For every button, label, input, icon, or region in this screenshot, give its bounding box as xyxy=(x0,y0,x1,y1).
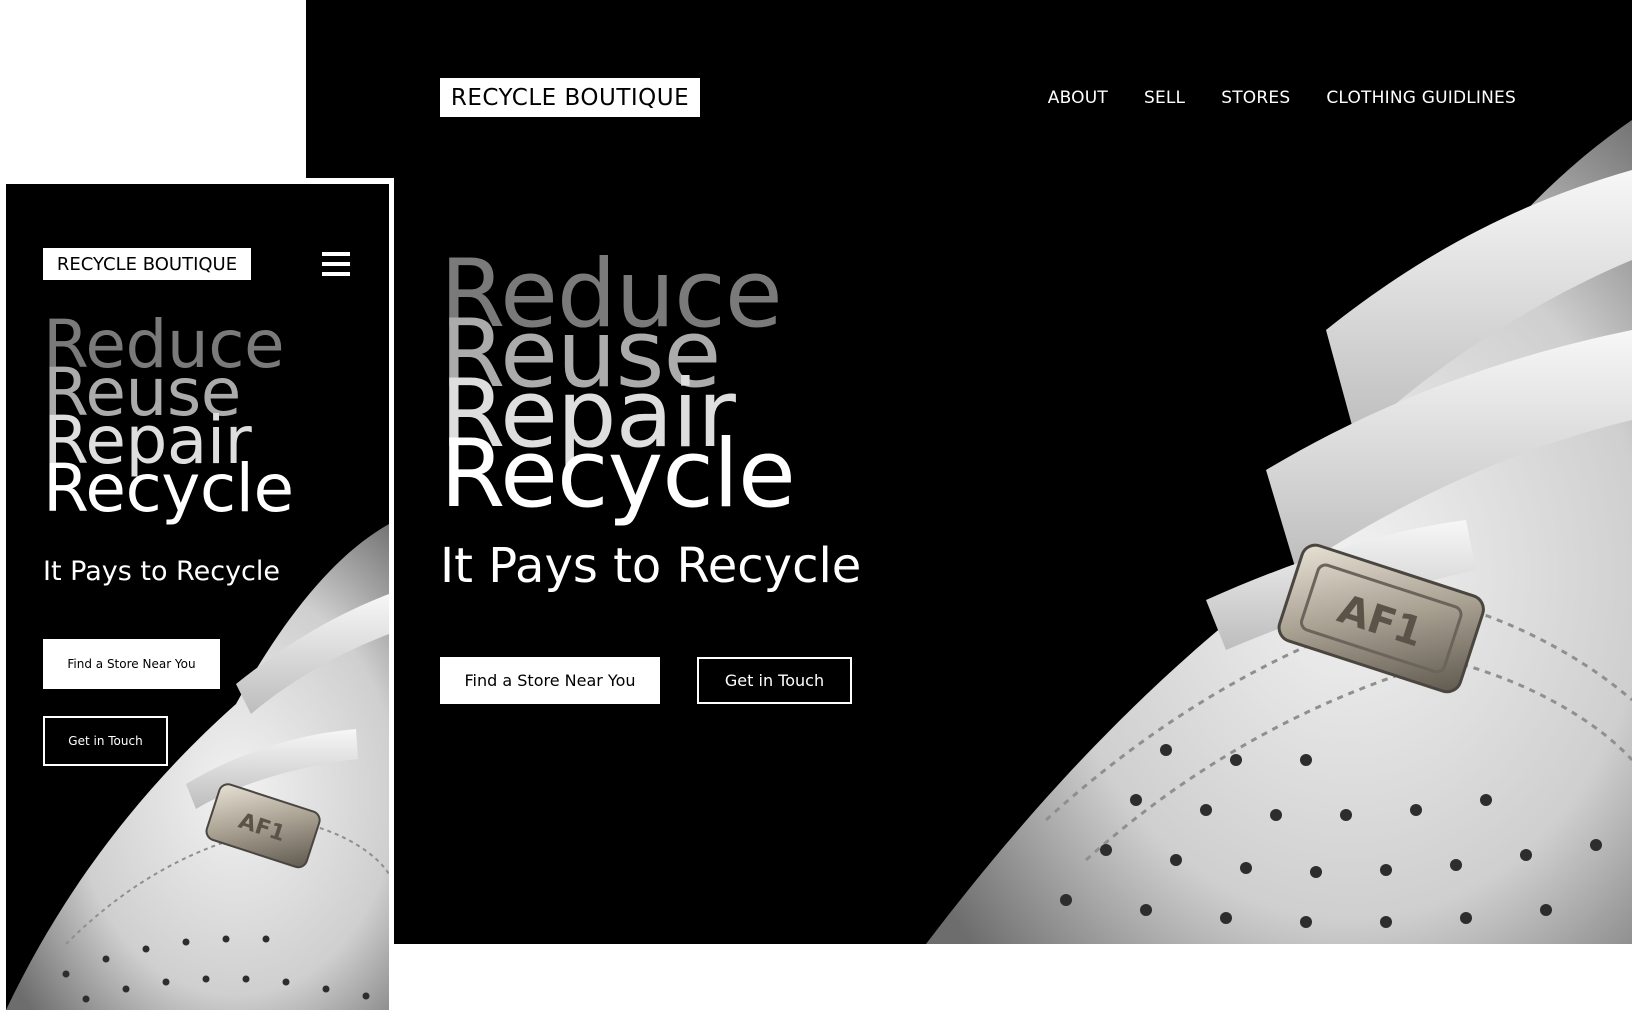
nav-item-stores[interactable]: STORES xyxy=(1221,88,1290,108)
find-store-button[interactable]: Find a Store Near You xyxy=(440,657,660,704)
nav-item-about[interactable]: ABOUT xyxy=(1048,88,1108,108)
nav-item-sell[interactable]: SELL xyxy=(1144,88,1185,108)
main-nav: ABOUT SELL STORES CLOTHING GUIDLINES xyxy=(1048,88,1516,108)
mobile-hero: AF1 RECYCLE BOUTIQUE Reduce Reuse Repair… xyxy=(6,184,389,1010)
mobile-get-in-touch-button[interactable]: Get in Touch xyxy=(43,716,168,766)
brand-logo-mobile[interactable]: RECYCLE BOUTIQUE xyxy=(43,248,251,280)
desktop-hero: AF1 RECYCLE BOUTIQUE ABOUT SELL STORES C… xyxy=(306,0,1632,944)
mobile-tagline: It Pays to Recycle xyxy=(43,556,281,587)
tagline: It Pays to Recycle xyxy=(440,538,862,594)
hamburger-menu-icon[interactable] xyxy=(322,252,350,276)
get-in-touch-button[interactable]: Get in Touch xyxy=(697,657,852,704)
mobile-find-store-button[interactable]: Find a Store Near You xyxy=(43,639,220,689)
brand-logo[interactable]: RECYCLE BOUTIQUE xyxy=(440,78,700,117)
nav-item-clothing-guidelines[interactable]: CLOTHING GUIDLINES xyxy=(1326,88,1516,108)
mobile-headline-word-recycle: Recycle xyxy=(43,450,294,527)
headline-word-recycle: Recycle xyxy=(440,420,796,529)
